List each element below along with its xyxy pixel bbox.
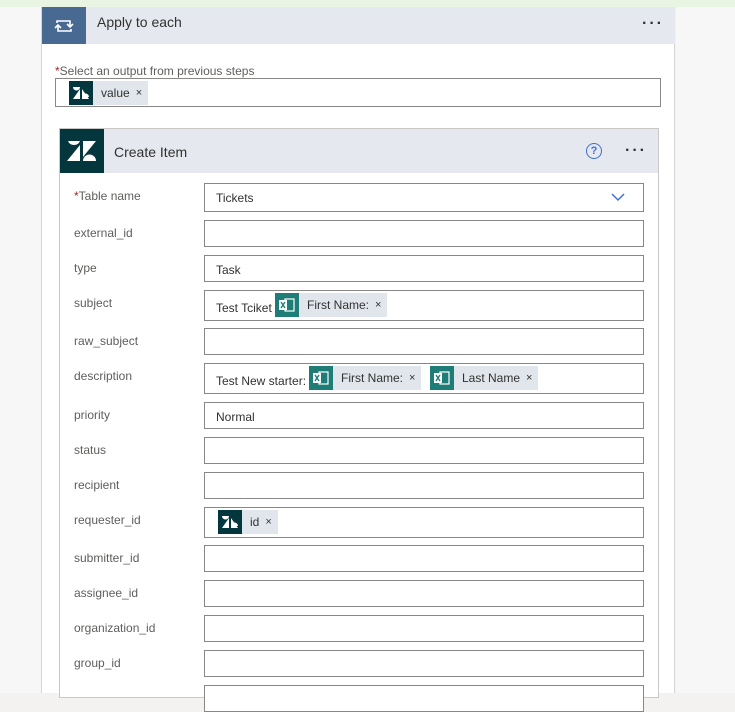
field-label-assignee-id: assignee_id <box>74 586 139 600</box>
select-output-input[interactable]: value × <box>55 78 661 107</box>
type-value: Task <box>216 263 241 277</box>
recipient-input[interactable] <box>204 472 644 499</box>
field-label-recipient: recipient <box>74 478 120 492</box>
token-close-icon[interactable]: × <box>375 299 387 311</box>
requester-id-input[interactable]: id × <box>204 507 644 538</box>
field-label-table-name: *Table name <box>74 189 141 203</box>
apply-to-each-card: Apply to each ··· *Select an output from… <box>41 7 675 712</box>
excel-icon <box>275 293 299 317</box>
value-token[interactable]: value × <box>69 81 149 105</box>
field-label-type: type <box>74 261 97 275</box>
field-label-group-id: group_id <box>74 656 121 670</box>
canvas-left <box>0 7 41 693</box>
excel-icon <box>430 366 454 390</box>
field-label-submitter-id: submitter_id <box>74 551 140 565</box>
submitter-id-input[interactable] <box>204 545 644 572</box>
field-label-external-id: external_id <box>74 226 133 240</box>
field-label-subject: subject <box>74 296 113 310</box>
loop-icon <box>42 7 86 44</box>
assignee-id-input[interactable] <box>204 580 644 607</box>
field-label-requester-id: requester_id <box>74 513 141 527</box>
last-name-token[interactable]: Last Name × <box>430 366 539 390</box>
token-label: Last Name <box>462 371 521 385</box>
token-label: value <box>101 86 130 100</box>
token-label: First Name: <box>307 298 370 312</box>
token-close-icon[interactable]: × <box>526 372 538 384</box>
priority-value: Normal <box>216 410 255 424</box>
chevron-down-icon <box>611 193 625 202</box>
top-strip <box>0 0 735 7</box>
field-label-status: status <box>74 443 107 457</box>
organization-id-input[interactable] <box>204 615 644 642</box>
table-name-value: Tickets <box>216 191 254 205</box>
subject-text: Test Tciket <box>216 301 272 315</box>
field-label-priority: priority <box>74 408 111 422</box>
apply-to-each-header[interactable]: Apply to each ··· <box>42 7 675 44</box>
apply-to-each-title: Apply to each <box>97 14 182 30</box>
token-close-icon[interactable]: × <box>136 87 148 99</box>
description-input[interactable]: Test New starter: First Name: × Last Nam… <box>204 363 644 394</box>
create-item-more-menu-icon[interactable]: ··· <box>625 143 647 159</box>
token-close-icon[interactable]: × <box>265 516 277 528</box>
table-name-dropdown[interactable]: Tickets <box>204 183 644 212</box>
group-id-input[interactable] <box>204 650 644 677</box>
create-item-title: Create Item <box>114 144 188 160</box>
create-item-card: Create Item ? ··· *Table name Tickets ex… <box>59 128 659 712</box>
field-label-raw-subject: raw_subject <box>74 334 139 348</box>
zendesk-icon <box>218 510 242 534</box>
type-input[interactable]: Task <box>204 255 644 282</box>
subject-input[interactable]: Test Tciket First Name: × <box>204 290 644 321</box>
canvas-right <box>676 7 735 693</box>
zendesk-icon <box>69 81 93 105</box>
excel-icon <box>309 366 333 390</box>
field-label-description: description <box>74 369 133 383</box>
apply-more-menu-icon[interactable]: ··· <box>642 16 664 32</box>
external-id-input[interactable] <box>204 220 644 247</box>
first-name-token[interactable]: First Name: × <box>309 366 422 390</box>
id-token[interactable]: id × <box>218 510 278 534</box>
field-label-organization-id: organization_id <box>74 621 156 635</box>
description-text: Test New starter: <box>216 374 307 388</box>
priority-input[interactable]: Normal <box>204 402 644 429</box>
help-icon[interactable]: ? <box>586 143 602 159</box>
raw-subject-input[interactable] <box>204 328 644 355</box>
create-item-header[interactable]: Create Item ? ··· <box>60 129 658 173</box>
next-field-input[interactable] <box>204 685 644 712</box>
token-label: id <box>250 515 260 529</box>
select-output-label: *Select an output from previous steps <box>55 64 255 78</box>
token-close-icon[interactable]: × <box>409 372 421 384</box>
token-label: First Name: <box>341 371 404 385</box>
first-name-token[interactable]: First Name: × <box>275 293 388 317</box>
status-input[interactable] <box>204 437 644 464</box>
zendesk-icon <box>60 129 104 173</box>
